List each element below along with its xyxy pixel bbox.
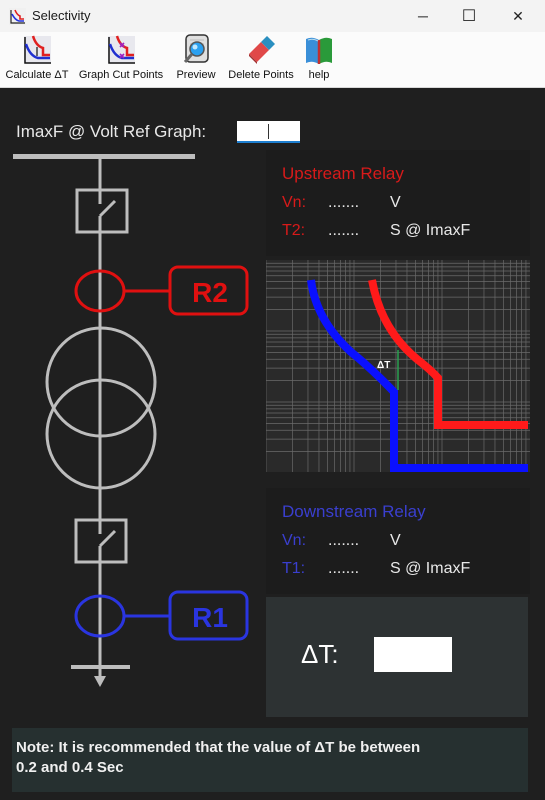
downstream-vn-value: ....... (328, 532, 360, 549)
relay-r1-box: R1 (168, 590, 249, 641)
title-bar: Selectivity ─ ☐ ✕ (0, 0, 545, 32)
relay-r2-box: R2 (168, 265, 249, 316)
selectivity-chart-icon (9, 8, 26, 25)
note-text: Note: It is recommended that the value o… (16, 738, 420, 778)
note-line-2: 0.2 and 0.4 Sec (16, 759, 124, 776)
minimize-button[interactable]: ─ (400, 0, 446, 32)
upstream-t2-value: ....... (328, 222, 360, 239)
toolbar-label: Calculate ΔT (5, 69, 69, 81)
preview-button[interactable]: Preview (174, 34, 218, 86)
delta-t-panel: ΔT: (266, 597, 528, 717)
book-icon (306, 37, 332, 64)
preview-magnifier-icon (183, 34, 209, 63)
upstream-t2-unit: S @ ImaxF (390, 222, 471, 239)
window-title: Selectivity (32, 8, 91, 23)
downstream-curve (307, 279, 528, 472)
upstream-relay-panel: Upstream Relay Vn: ....... V T2: .......… (266, 150, 530, 256)
selectivity-graph: ΔT (266, 260, 530, 472)
imaxf-label: ImaxF @ Volt Ref Graph: (16, 122, 207, 141)
breaker-downstream-icon (74, 518, 128, 564)
note-line-1: Note: It is recommended that the value o… (16, 739, 421, 756)
toolbar-label: Graph Cut Points (78, 69, 164, 81)
close-button[interactable]: ✕ (495, 0, 541, 32)
delta-t-graph-label: ΔT (377, 360, 390, 371)
imaxf-input[interactable] (237, 121, 300, 143)
svg-text:R2: R2 (192, 277, 228, 308)
downstream-relay-title: Downstream Relay (282, 502, 426, 521)
eraser-icon (249, 36, 275, 64)
downstream-vn-label: Vn: (282, 532, 307, 549)
upstream-t2-label: T2: (282, 222, 306, 239)
downstream-relay-panel: Downstream Relay Vn: ....... V T1: .....… (266, 488, 530, 594)
upstream-vn-unit: V (390, 194, 401, 211)
toolbar-label: help (308, 69, 330, 81)
svg-text:R1: R1 (192, 602, 228, 633)
breaker-upstream-icon (75, 188, 129, 234)
text-caret (268, 124, 269, 139)
busbar-top (13, 154, 195, 159)
maximize-button[interactable]: ☐ (446, 0, 492, 32)
graph-cut-points-icon (108, 35, 135, 64)
ct-downstream-icon (74, 594, 170, 638)
downstream-t1-unit: S @ ImaxF (390, 560, 471, 577)
calculate-delta-t-icon (24, 35, 51, 64)
busbar-bottom (71, 665, 130, 669)
toolbar-label: Preview (176, 69, 216, 81)
delete-points-button[interactable]: Delete Points (225, 34, 297, 86)
upstream-vn-label: Vn: (282, 194, 307, 211)
toolbar-label: Delete Points (228, 69, 294, 81)
delta-t-label: ΔT: (301, 639, 339, 669)
maximize-icon: ☐ (461, 8, 477, 25)
downstream-t1-label: T1: (282, 560, 306, 577)
delta-t-output[interactable] (374, 637, 452, 672)
upstream-relay-title: Upstream Relay (282, 164, 404, 183)
graph-cut-points-button[interactable]: Graph Cut Points (75, 34, 167, 86)
toolbar: Calculate ΔT Graph Cut Points Preview De… (0, 32, 545, 88)
arrow-down-icon (94, 676, 106, 687)
downstream-t1-value: ....... (328, 560, 360, 577)
minimize-icon: ─ (418, 8, 428, 24)
upstream-vn-value: ....... (328, 194, 360, 211)
ct-upstream-icon (74, 269, 170, 313)
note-panel: Note: It is recommended that the value o… (12, 728, 528, 792)
single-line-diagram: R2 R1 (13, 154, 249, 687)
downstream-vn-unit: V (390, 532, 401, 549)
help-button[interactable]: help (302, 34, 336, 86)
close-icon: ✕ (512, 7, 524, 24)
calculate-delta-t-button[interactable]: Calculate ΔT (4, 34, 70, 86)
main-panel: ImaxF @ Volt Ref Graph: R2 R1 Upstream R… (0, 88, 545, 800)
